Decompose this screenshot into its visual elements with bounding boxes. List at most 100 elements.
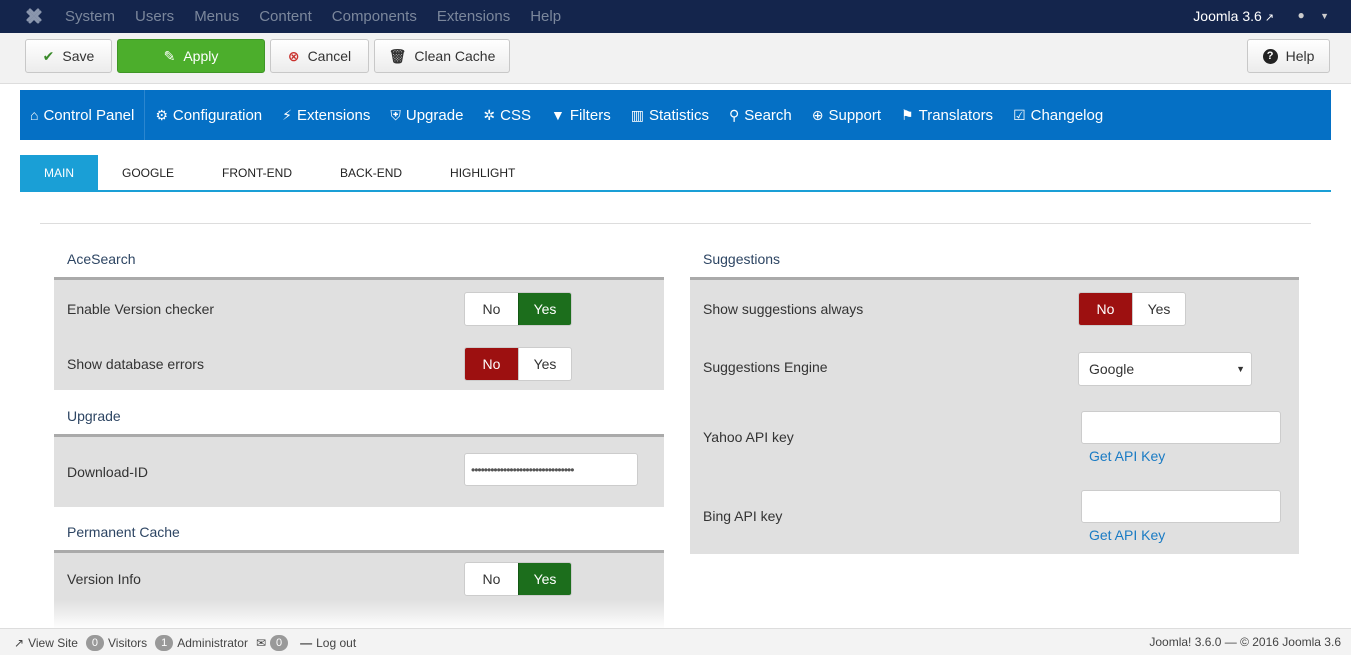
menu-content[interactable]: Content — [249, 8, 322, 25]
external-link-icon: ↗ — [14, 636, 25, 650]
nav-label: Configuration — [172, 106, 263, 124]
nav-label: Search — [744, 106, 792, 124]
nav-label: Statistics — [648, 106, 709, 124]
permanent-cache-heading: Permanent Cache — [54, 513, 664, 553]
menu-system[interactable]: System — [55, 8, 125, 25]
shield-icon: ⛨ — [390, 106, 401, 123]
view-site-label: View Site — [28, 636, 78, 650]
save-label: Save — [62, 48, 95, 64]
visitors-badge: 0 — [85, 635, 104, 651]
no-option[interactable]: No — [1079, 293, 1132, 325]
db-errors-label: Show database errors — [67, 356, 204, 372]
nav-label: Translators — [918, 106, 994, 124]
yahoo-get-api-key-link[interactable]: Get API Key — [1089, 448, 1165, 464]
show-always-label: Show suggestions always — [703, 301, 864, 317]
no-option[interactable]: No — [465, 563, 518, 595]
db-errors-toggle[interactable]: No Yes — [464, 347, 572, 381]
brand-label: Joomla 3.6 — [1193, 8, 1262, 24]
messages-status[interactable]: ✉ 0 — [256, 635, 292, 651]
question-circle-icon: ? — [1262, 48, 1278, 64]
download-id-input[interactable]: •••••••••••••••••••••••••••••••• — [464, 453, 638, 486]
version-checker-toggle[interactable]: No Yes — [464, 292, 572, 326]
nav-changelog[interactable]: ☑ Changelog — [1003, 90, 1113, 140]
yes-option[interactable]: Yes — [518, 348, 571, 380]
upgrade-body: Download-ID ••••••••••••••••••••••••••••… — [54, 437, 664, 507]
no-option[interactable]: No — [465, 293, 518, 325]
engine-select[interactable]: Google ▼ — [1078, 352, 1252, 386]
visitors-status: 0 Visitors — [85, 635, 148, 651]
no-option[interactable]: No — [465, 348, 518, 380]
magic-icon: ✲ — [483, 106, 496, 123]
nav-configuration[interactable]: ⚙ Configuration — [145, 90, 272, 140]
menu-components[interactable]: Components — [322, 8, 427, 25]
plug-icon: ⚡ — [282, 106, 292, 123]
chevron-down-icon: ▼ — [1236, 364, 1245, 374]
nav-upgrade[interactable]: ⛨ Upgrade — [380, 90, 473, 140]
status-bar: ↗ View Site 0 Visitors 1 Administrator ✉… — [0, 628, 1351, 655]
yes-option[interactable]: Yes — [518, 563, 571, 595]
logout-link[interactable]: — Log out — [300, 636, 356, 650]
user-menu[interactable]: ● ▼ — [1297, 8, 1329, 22]
external-link-icon: ↗ — [1264, 12, 1274, 24]
yes-option[interactable]: Yes — [1132, 293, 1185, 325]
version-info-toggle[interactable]: No Yes — [464, 562, 572, 596]
suggestions-body: Show suggestions always No Yes Suggestio… — [690, 280, 1299, 554]
suggestions-panel: Suggestions Show suggestions always No Y… — [690, 240, 1299, 554]
cancel-button[interactable]: ⊗ Cancel — [270, 39, 369, 73]
bing-api-key-input[interactable] — [1081, 490, 1281, 523]
upgrade-heading: Upgrade — [54, 397, 664, 437]
upgrade-panel: Upgrade Download-ID ••••••••••••••••••••… — [54, 397, 664, 507]
version-info-label: Version Info — [67, 571, 141, 587]
help-label: Help — [1285, 48, 1315, 64]
tab-main[interactable]: MAIN — [20, 155, 98, 190]
chevron-down-icon: ▼ — [1320, 11, 1329, 21]
nav-label: Support — [828, 106, 882, 124]
flag-icon: ⚑ — [901, 106, 914, 123]
edit-icon: ✎ — [163, 47, 176, 64]
menu-users[interactable]: Users — [125, 8, 184, 25]
tab-highlight[interactable]: HIGHLIGHT — [426, 155, 539, 190]
nav-label: Changelog — [1030, 106, 1104, 124]
show-always-toggle[interactable]: No Yes — [1078, 292, 1186, 326]
nav-label: Filters — [569, 106, 611, 124]
apply-button[interactable]: ✎ Apply — [117, 39, 265, 73]
yes-option[interactable]: Yes — [518, 293, 571, 325]
cogs-icon: ⚙ — [155, 106, 168, 123]
save-button[interactable]: ✔ Save — [25, 39, 112, 73]
messages-badge: 0 — [270, 635, 289, 651]
footer-copyright: Joomla! 3.6.0 — © 2016 Joomla 3.6 — [1149, 635, 1341, 649]
tab-back-end[interactable]: BACK-END — [316, 155, 426, 190]
suggestions-heading: Suggestions — [690, 240, 1299, 280]
bing-get-api-key-link[interactable]: Get API Key — [1089, 527, 1165, 543]
menu-extensions[interactable]: Extensions — [427, 8, 520, 25]
cancel-circle-icon: ⊗ — [287, 47, 300, 64]
site-brand-link[interactable]: Joomla 3.6 ↗ — [1193, 8, 1274, 24]
nav-statistics[interactable]: ▥ Statistics — [621, 90, 719, 140]
minus-icon: — — [300, 636, 313, 650]
visitors-label: Visitors — [108, 636, 148, 650]
nav-translators[interactable]: ⚑ Translators — [891, 90, 1003, 140]
apply-label: Apply — [183, 48, 219, 64]
view-site-link[interactable]: ↗ View Site — [14, 636, 78, 650]
clean-cache-label: Clean Cache — [414, 48, 496, 64]
menu-menus[interactable]: Menus — [184, 8, 249, 25]
clean-cache-button[interactable]: 🗑 Clean Cache — [374, 39, 510, 73]
menu-help[interactable]: Help — [520, 8, 571, 25]
nav-control-panel[interactable]: ⌂ Control Panel — [20, 90, 146, 140]
yahoo-api-key-input[interactable] — [1081, 411, 1281, 444]
acesearch-heading: AceSearch — [54, 240, 664, 280]
check-icon: ✔ — [42, 47, 55, 64]
clipboard-icon: ☑ — [1013, 106, 1026, 123]
nav-label: CSS — [500, 106, 531, 124]
nav-extensions[interactable]: ⚡ Extensions — [272, 90, 380, 140]
tab-front-end[interactable]: FRONT-END — [198, 155, 316, 190]
help-button[interactable]: ? Help — [1247, 39, 1330, 73]
nav-support[interactable]: ⊕ Support — [802, 90, 891, 140]
joomla-logo-icon[interactable] — [24, 6, 44, 26]
nav-search[interactable]: ⚲ Search — [719, 90, 802, 140]
nav-css[interactable]: ✲ CSS — [473, 90, 541, 140]
acesearch-panel: AceSearch Enable Version checker No Yes … — [54, 240, 664, 390]
tab-google[interactable]: GOOGLE — [98, 155, 198, 190]
component-nav: ⌂ Control Panel ⚙ Configuration ⚡ Extension… — [20, 90, 1331, 140]
nav-filters[interactable]: ▼ Filters — [541, 90, 621, 140]
